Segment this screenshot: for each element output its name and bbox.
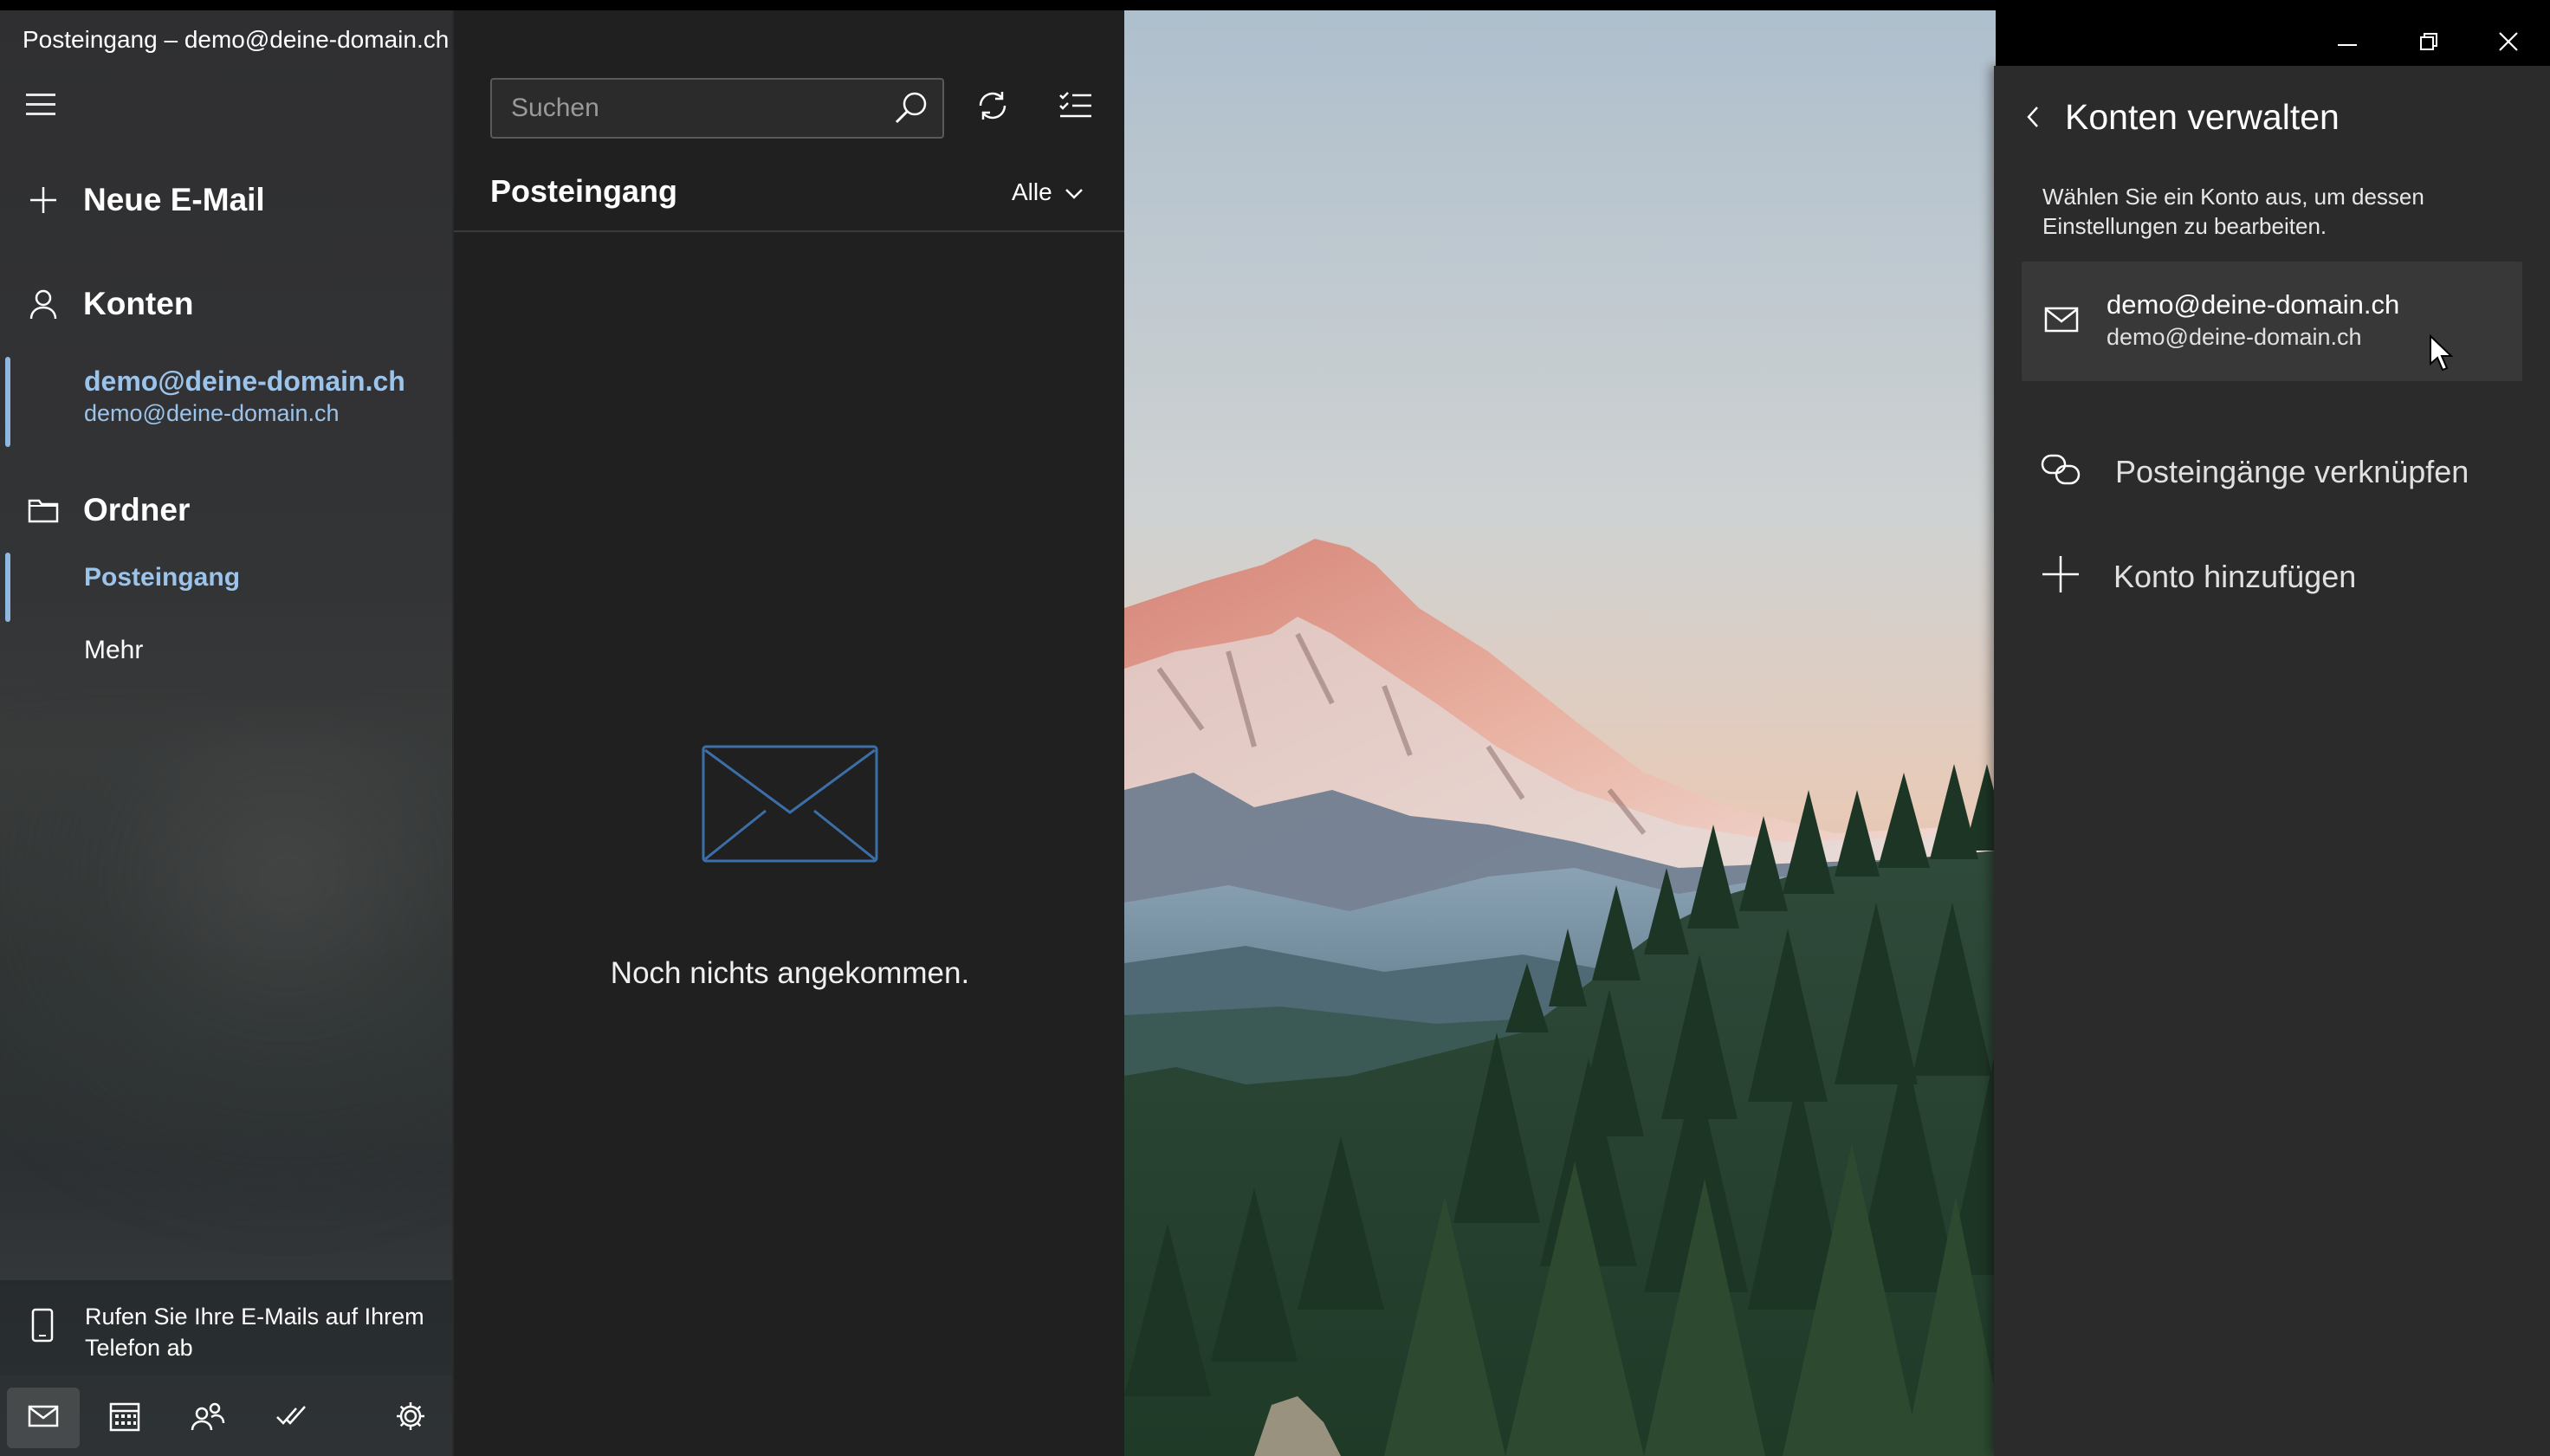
people-icon [191, 1401, 225, 1435]
new-mail-label: Neue E-Mail [83, 182, 265, 217]
link-icon [2041, 452, 2082, 491]
link-inboxes-label: Posteingänge verknüpfen [2115, 453, 2469, 489]
hamburger-menu-icon[interactable] [26, 94, 55, 118]
phone-promo[interactable]: Rufen Sie Ihre E-Mails auf Ihrem Telefon… [0, 1280, 452, 1375]
calendar-nav-button[interactable] [88, 1388, 161, 1448]
folder-selection-indicator [5, 553, 10, 622]
panel-description: Wählen Sie ein Konto aus, um dessen Eins… [2042, 184, 2424, 239]
sidebar: Posteingang – demo@deine-domain.ch Neue … [0, 10, 452, 1456]
restore-button[interactable] [2403, 26, 2455, 61]
folder-icon [26, 493, 61, 527]
sidebar-account-item[interactable]: demo@deine-domain.ch demo@deine-domain.c… [0, 353, 452, 449]
bottom-nav [0, 1375, 452, 1456]
settings-icon [395, 1401, 426, 1436]
panel-title: Konten verwalten [2065, 97, 2340, 137]
minimize-icon [2338, 36, 2357, 51]
account-entry-name: demo@deine-domain.ch [2107, 289, 2400, 320]
divider [454, 230, 1126, 232]
accounts-header[interactable]: Konten [0, 286, 452, 322]
filter-label: Alle [1012, 178, 1052, 205]
mail-nav-button[interactable] [7, 1388, 80, 1448]
selection-indicator [5, 357, 10, 447]
empty-envelope-icon [702, 745, 878, 867]
todo-icon [275, 1403, 307, 1433]
people-nav-button[interactable] [172, 1388, 244, 1448]
settings-nav-button[interactable] [374, 1388, 447, 1448]
mail-icon [2044, 307, 2079, 337]
link-inboxes-button[interactable]: Posteingänge verknüpfen [2041, 452, 2469, 491]
sidebar-item-more[interactable]: Mehr [84, 636, 143, 665]
minimize-button[interactable] [2321, 26, 2373, 61]
sidebar-background [0, 721, 452, 1240]
window-title: Posteingang – demo@deine-domain.ch [23, 26, 450, 53]
back-chevron-icon[interactable] [2025, 106, 2041, 133]
close-icon [2498, 31, 2519, 56]
plus-icon [2041, 554, 2081, 599]
folder-title: Posteingang [490, 173, 678, 209]
empty-state-text: Noch nichts angekommen. [610, 956, 970, 990]
account-name: demo@deine-domain.ch [84, 366, 405, 397]
mail-icon [28, 1405, 59, 1432]
folders-label: Ordner [83, 492, 191, 527]
checklist-icon [1058, 90, 1093, 126]
phone-icon [31, 1308, 54, 1347]
calendar-icon [109, 1401, 140, 1436]
close-button[interactable] [2482, 26, 2534, 61]
sync-icon [975, 88, 1010, 127]
folders-header[interactable]: Ordner [0, 492, 452, 528]
new-mail-button[interactable]: Neue E-Mail [0, 182, 452, 218]
person-icon [26, 287, 61, 321]
sidebar-item-inbox[interactable]: Posteingang [84, 563, 240, 592]
chevron-down-icon [1065, 178, 1084, 206]
account-entry-email: demo@deine-domain.ch [2107, 324, 2362, 350]
reading-pane-background [1124, 10, 1996, 1456]
todo-nav-button[interactable] [255, 1388, 327, 1448]
mouse-cursor-icon [2429, 333, 2455, 377]
mail-app: Posteingang – demo@deine-domain.ch Neue … [0, 10, 2550, 1456]
add-account-label: Konto hinzufügen [2113, 558, 2357, 594]
mountain-landscape-image [1124, 10, 1996, 1456]
restore-icon [2419, 32, 2438, 55]
filter-dropdown[interactable]: Alle [1012, 178, 1084, 206]
sync-button[interactable] [965, 80, 1020, 135]
manage-accounts-panel: Konten verwalten Wählen Sie ein Konto au… [1994, 66, 2550, 1456]
phone-promo-text: Rufen Sie Ihre E-Mails auf Ihrem Telefon… [85, 1304, 424, 1361]
add-account-button[interactable]: Konto hinzufügen [2041, 554, 2356, 599]
search-icon[interactable] [894, 90, 929, 129]
account-email: demo@deine-domain.ch [84, 400, 340, 426]
message-list-pane: Suchen Posteingang Alle Noch nichts ange… [452, 10, 1128, 1456]
plus-icon [26, 183, 61, 217]
search-input[interactable]: Suchen [511, 94, 599, 123]
selection-mode-button[interactable] [1048, 80, 1103, 135]
accounts-label: Konten [83, 286, 194, 321]
search-box[interactable]: Suchen [490, 78, 944, 139]
